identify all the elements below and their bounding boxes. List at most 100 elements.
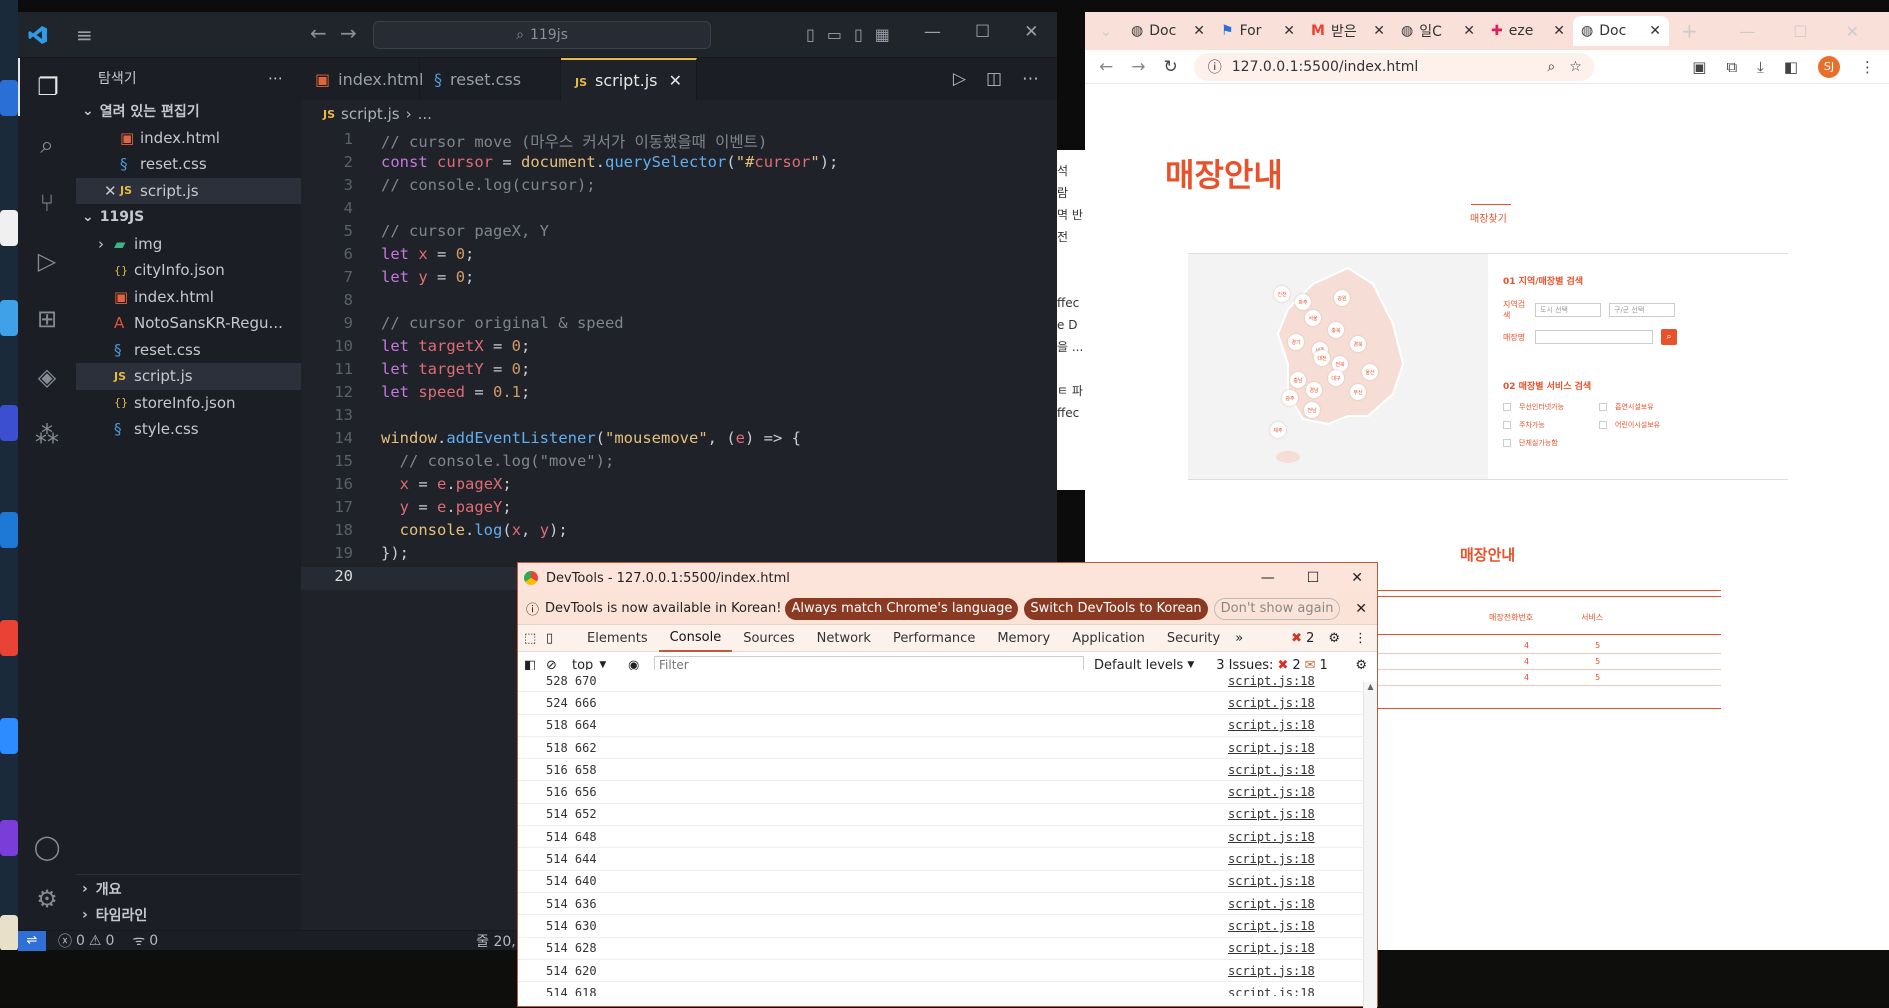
maximize-icon[interactable]: ☐	[975, 22, 990, 42]
forward-arrow-icon[interactable]: →	[1131, 57, 1145, 77]
chrome-desktop-icon[interactable]	[0, 620, 18, 656]
chrome-menu-icon[interactable]: ⋮	[1860, 58, 1875, 76]
map-region-button[interactable]: 파주	[1295, 294, 1311, 310]
switch-korean-button[interactable]: Switch DevTools to Korean	[1024, 597, 1208, 620]
scroll-up-icon[interactable]: ▲	[1364, 682, 1377, 691]
code-line[interactable]: 16 x = e.pageX;	[301, 475, 1057, 498]
desktop-app-icon[interactable]	[0, 915, 18, 951]
map-region-button[interactable]: 울산	[1362, 364, 1378, 380]
tab-network[interactable]: Network	[806, 625, 882, 652]
inspect-element-icon[interactable]: ⬚	[524, 631, 546, 646]
desktop-app-icon[interactable]	[0, 405, 18, 441]
code-line[interactable]: 12 let speed = 0.1;	[301, 383, 1057, 406]
profile-avatar[interactable]: SJ	[1818, 55, 1840, 78]
outline-header[interactable]: › 개요	[76, 876, 122, 903]
tab-performance[interactable]: Performance	[882, 625, 986, 652]
source-link[interactable]: script.js:18	[1228, 718, 1315, 732]
figma-icon[interactable]: ◈	[18, 348, 76, 406]
split-editor-icon[interactable]: ◫	[986, 69, 1002, 89]
back-arrow-icon[interactable]: ←	[310, 21, 327, 45]
timeline-header[interactable]: › 타임라인	[76, 902, 147, 929]
address-bar[interactable]: ⓘ 127.0.0.1:5500/index.html ⌕ ☆	[1193, 52, 1594, 81]
code-line[interactable]: 11 let targetY = 0;	[301, 360, 1057, 383]
source-link[interactable]: script.js:18	[1228, 919, 1315, 933]
find-store-tab[interactable]: 매장찾기	[1470, 210, 1507, 225]
source-link[interactable]: script.js:18	[1228, 807, 1315, 821]
close-icon[interactable]: ✕	[1283, 23, 1295, 39]
source-link[interactable]: script.js:18	[1228, 941, 1315, 955]
new-tab-icon[interactable]: +	[1681, 19, 1698, 43]
desktop-app-icon[interactable]	[0, 80, 18, 116]
more-options-icon[interactable]: ⋮	[1354, 631, 1367, 646]
maximize-icon[interactable]: ☐	[1307, 570, 1320, 586]
tab-search-icon[interactable]: ⌄	[1089, 22, 1123, 40]
more-actions-icon[interactable]: ⋯	[1022, 69, 1039, 89]
code-line[interactable]: 8	[301, 291, 1057, 314]
file-item[interactable]: ▣ index.html	[76, 284, 301, 311]
source-link[interactable]: script.js:18	[1228, 674, 1315, 688]
toggle-secondary-sidebar-icon[interactable]: ▯	[854, 25, 863, 44]
open-editor-item[interactable]: ✕ JS script.js	[76, 177, 301, 204]
warning-count[interactable]: 0	[105, 933, 114, 949]
browser-tab-active[interactable]: ◍ Doc ✕	[1573, 16, 1669, 46]
source-link[interactable]: script.js:18	[1228, 696, 1315, 710]
search-button[interactable]: ⌕	[1661, 329, 1677, 345]
code-line[interactable]: 9 // cursor original & speed	[301, 314, 1057, 337]
tab-security[interactable]: Security	[1156, 625, 1231, 652]
map-region-button[interactable]: 부산	[1350, 384, 1366, 400]
map-region-button[interactable]: 서울	[1305, 310, 1321, 326]
desktop-app-icon[interactable]	[0, 210, 18, 246]
code-line[interactable]: 13	[301, 406, 1057, 429]
file-item[interactable]: {} storeInfo.json	[76, 390, 301, 417]
file-item[interactable]: › ▰ img	[76, 231, 301, 258]
close-icon[interactable]: ✕	[669, 71, 682, 90]
side-panel-icon[interactable]: ◧	[1784, 58, 1798, 76]
code-line[interactable]: 5 // cursor pageX, Y	[301, 222, 1057, 245]
source-link[interactable]: script.js:18	[1228, 852, 1315, 866]
error-badge[interactable]: ✖ 2	[1291, 631, 1314, 646]
map-region-button[interactable]: 충북	[1328, 322, 1344, 338]
settings-gear-icon[interactable]: ⚙	[1328, 631, 1340, 646]
code-line[interactable]: 17 y = e.pageY;	[301, 498, 1057, 521]
zoom-desktop-icon[interactable]	[0, 718, 18, 754]
code-line[interactable]: 15 // console.log("move");	[301, 452, 1057, 475]
file-item[interactable]: JS script.js	[76, 363, 301, 390]
source-link[interactable]: script.js:18	[1228, 741, 1315, 755]
service-checkbox[interactable]: 흡연시설보유	[1599, 402, 1695, 412]
code-line[interactable]: 4	[301, 199, 1057, 222]
close-icon[interactable]: ✕	[1649, 23, 1661, 39]
map-region-button[interactable]: 광주	[1282, 390, 1298, 406]
map-region-button[interactable]: 대전	[1314, 350, 1330, 366]
dont-show-button[interactable]: Don't show again	[1213, 597, 1341, 620]
source-link[interactable]: script.js:18	[1228, 964, 1315, 978]
puzzle-extensions-icon[interactable]: ⧉	[1726, 58, 1737, 76]
back-arrow-icon[interactable]: ←	[1099, 57, 1113, 77]
map-region-button[interactable]: 제주	[1270, 422, 1286, 438]
extensions-icon[interactable]: ⊞	[18, 290, 76, 348]
close-icon[interactable]: ✕	[1846, 22, 1859, 41]
tab-console[interactable]: Console	[658, 625, 733, 652]
file-item[interactable]: A NotoSansKR-Regu...	[76, 310, 301, 337]
browser-tab[interactable]: ◍ 일C ✕	[1393, 16, 1483, 46]
source-link[interactable]: script.js:18	[1228, 897, 1315, 911]
map-region-button[interactable]: 경북	[1350, 336, 1366, 352]
service-checkbox[interactable]: 주차가능	[1503, 420, 1599, 430]
map-region-button[interactable]: 인천	[1274, 286, 1290, 302]
close-icon[interactable]: ✕	[104, 182, 120, 200]
code-line[interactable]: 7 let y = 0;	[301, 268, 1057, 291]
customize-layout-icon[interactable]: ▦	[875, 25, 890, 44]
code-line[interactable]: 1 // cursor move (마우스 커서가 이동했을때 이벤트)	[301, 130, 1057, 153]
tab-index-html[interactable]: ▣ index.html	[301, 58, 423, 100]
desktop-app-icon[interactable]	[0, 300, 18, 336]
source-link[interactable]: script.js:18	[1228, 830, 1315, 844]
map-region-button[interactable]: 전남	[1304, 402, 1320, 418]
zoom-icon[interactable]: ⌕	[1547, 59, 1555, 75]
browser-tab[interactable]: ✚ eze ✕	[1483, 16, 1573, 46]
browser-tab[interactable]: M 받은 ✕	[1303, 16, 1393, 46]
remote-explorer-icon[interactable]: ⁂	[18, 406, 76, 464]
browser-tab[interactable]: ⚑ For ✕	[1213, 16, 1303, 46]
close-icon[interactable]: ✕	[1355, 601, 1367, 617]
map-region-button[interactable]: 대구	[1328, 370, 1344, 386]
city-select[interactable]: 도시 선택	[1535, 303, 1601, 317]
source-link[interactable]: script.js:18	[1228, 763, 1315, 777]
